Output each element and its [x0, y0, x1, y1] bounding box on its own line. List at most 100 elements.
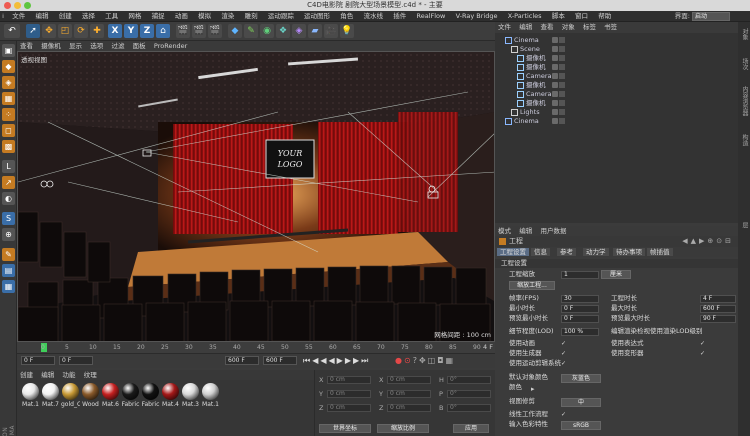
object-menu-bookmarks[interactable]: 书签	[601, 22, 620, 33]
linear-workflow-checkbox[interactable]: ✓	[561, 412, 567, 418]
menu-select[interactable]: 选择	[78, 11, 99, 22]
end-frame-field-2[interactable]: 600 F	[263, 356, 297, 365]
perspective-viewport[interactable]: YOUR LOGO 透视视图 网格间距: 100 cm	[17, 51, 495, 342]
menu-x-particles[interactable]: X-Particles	[504, 11, 546, 22]
end-frame-field[interactable]: 600 F	[225, 356, 259, 365]
enable-toggle[interactable]	[559, 46, 565, 52]
object-tree-row[interactable]: 摄像机	[495, 99, 738, 108]
position-field[interactable]: 0 cm	[327, 390, 371, 398]
preview-min-field[interactable]: 0 F	[561, 315, 599, 323]
timeline-ruler[interactable]: 0 5 10 15 20 25 30 35 40 45 50 55 60 65 70 75 80 85 90 4 F	[17, 342, 495, 354]
visibility-toggle[interactable]	[552, 73, 558, 79]
y-axis-icon[interactable]: Y	[124, 24, 138, 38]
go-end-icon[interactable]: ⏭	[361, 356, 370, 365]
points-mode-icon[interactable]: ⁘	[2, 108, 15, 121]
material-swatch[interactable]: Mat.1	[21, 383, 40, 408]
close-window-button[interactable]	[4, 2, 11, 9]
menu-sculpt[interactable]: 雕刻	[241, 11, 262, 22]
recent-tools-icon[interactable]: ✚	[90, 24, 104, 38]
param-key-icon[interactable]: ◫	[428, 356, 438, 365]
model-mode-icon[interactable]: ◆	[2, 60, 15, 73]
apply-button[interactable]: 应用	[453, 424, 489, 433]
menu-realflow[interactable]: RealFlow	[412, 11, 449, 22]
lod-field[interactable]: 100 %	[561, 328, 599, 336]
use-animation-checkbox[interactable]: ✓	[561, 341, 567, 347]
viewport-menu-filter[interactable]: 过滤	[108, 41, 127, 51]
move-icon[interactable]: ✥	[42, 24, 56, 38]
menu-mesh[interactable]: 网格	[124, 11, 145, 22]
menu-window[interactable]: 窗口	[571, 11, 592, 22]
live-select-icon[interactable]: ➚	[26, 24, 40, 38]
sculpt-icon[interactable]: ✎	[2, 248, 15, 261]
object-tree-row[interactable]: Lights	[495, 108, 738, 117]
menu-character[interactable]: 角色	[336, 11, 357, 22]
scale-project-button[interactable]: 缩放工程...	[509, 281, 555, 290]
x-axis-icon[interactable]: X	[108, 24, 122, 38]
coordinate-system-icon[interactable]: ⌂	[156, 24, 170, 38]
viewport-menu-view[interactable]: 查看	[17, 41, 36, 51]
tab-structure[interactable]: 构造	[740, 134, 749, 146]
rotation-field[interactable]: 0°	[447, 376, 491, 384]
object-tree-row[interactable]: Camera.1	[495, 72, 738, 81]
pla-key-icon[interactable]: ◘	[437, 356, 445, 365]
menu-script[interactable]: 脚本	[548, 11, 569, 22]
cube-icon[interactable]: ◆	[228, 24, 242, 38]
tab-interpolation[interactable]: 帧插值	[647, 248, 673, 256]
object-tree-row[interactable]: Scene	[495, 45, 738, 54]
autokey-icon[interactable]: ⊙	[404, 356, 413, 365]
size-field[interactable]: 0 cm	[387, 390, 431, 398]
grid-icon[interactable]: ▦	[2, 280, 15, 293]
attr-menu-edit[interactable]: 编辑	[516, 226, 535, 236]
prev-frame-icon[interactable]: ◀	[329, 356, 337, 365]
lock-workplane-icon[interactable]: ▤	[2, 264, 15, 277]
attr-menu-mode[interactable]: 模式	[495, 226, 514, 236]
material-menu-function[interactable]: 功能	[59, 370, 78, 380]
object-menu-objects[interactable]: 对象	[559, 22, 578, 33]
object-menu-tags[interactable]: 标签	[580, 22, 599, 33]
tab-takes[interactable]: 场次	[740, 58, 749, 70]
tab-reference[interactable]: 参考	[557, 248, 576, 256]
enable-toggle[interactable]	[559, 55, 565, 61]
tab-todo[interactable]: 待办事项	[613, 248, 645, 256]
material-swatch[interactable]: Fabric	[141, 383, 160, 408]
object-tree-row[interactable]: Camera.1	[495, 90, 738, 99]
polygons-mode-icon[interactable]: ▩	[2, 140, 15, 153]
axis-mode-icon[interactable]: L	[2, 160, 15, 173]
rotate-icon[interactable]: ⟳	[74, 24, 88, 38]
menu-motion-tracking[interactable]: 运动跟踪	[264, 11, 298, 22]
enable-toggle[interactable]	[559, 100, 565, 106]
use-deformers-checkbox[interactable]: ✓	[700, 351, 706, 357]
object-tree-row[interactable]: 摄像机	[495, 81, 738, 90]
enable-toggle[interactable]	[559, 73, 565, 79]
rotation-field[interactable]: 0°	[447, 390, 491, 398]
visibility-toggle[interactable]	[552, 91, 558, 97]
object-tree-row[interactable]: Cinema	[495, 117, 738, 126]
enable-toggle[interactable]	[559, 118, 565, 124]
visibility-toggle[interactable]	[552, 46, 558, 52]
viewport-menu-panel[interactable]: 面板	[130, 41, 149, 51]
tab-info[interactable]: 信息	[531, 248, 550, 256]
menu-tools[interactable]: 工具	[101, 11, 122, 22]
light-icon[interactable]: 💡	[340, 24, 354, 38]
menu-vray-bridge[interactable]: V-Ray Bridge	[452, 11, 502, 22]
camera-icon[interactable]: 🎥	[324, 24, 338, 38]
input-color-select[interactable]: sRGB	[561, 421, 601, 430]
menu-simulate[interactable]: 模拟	[194, 11, 215, 22]
material-menu-texture[interactable]: 纹理	[81, 370, 100, 380]
material-swatch[interactable]: Mat.7	[41, 383, 60, 408]
menu-create[interactable]: 创建	[55, 11, 76, 22]
record-icon[interactable]: ●	[395, 356, 404, 365]
tab-content-browser[interactable]: 内容浏览器	[740, 86, 749, 116]
enable-toggle[interactable]	[559, 37, 565, 43]
max-time-field[interactable]: 600 F	[700, 305, 736, 313]
render-picture-viewer-icon[interactable]: 🎬	[192, 24, 206, 38]
viewport-menu-cameras[interactable]: 摄像机	[38, 41, 64, 51]
material-swatch[interactable]: gold_C	[61, 383, 80, 408]
size-mode-select[interactable]: 缩放比例	[377, 424, 429, 433]
move-key-icon[interactable]: ✥	[419, 356, 428, 365]
subdivision-icon[interactable]: ◉	[260, 24, 274, 38]
color-expand-icon[interactable]: ▸	[531, 385, 537, 393]
material-swatch[interactable]: Mat.3	[181, 383, 200, 408]
project-time-field[interactable]: 4 F	[700, 295, 736, 303]
attr-menu-user-data[interactable]: 用户数据	[537, 226, 569, 236]
